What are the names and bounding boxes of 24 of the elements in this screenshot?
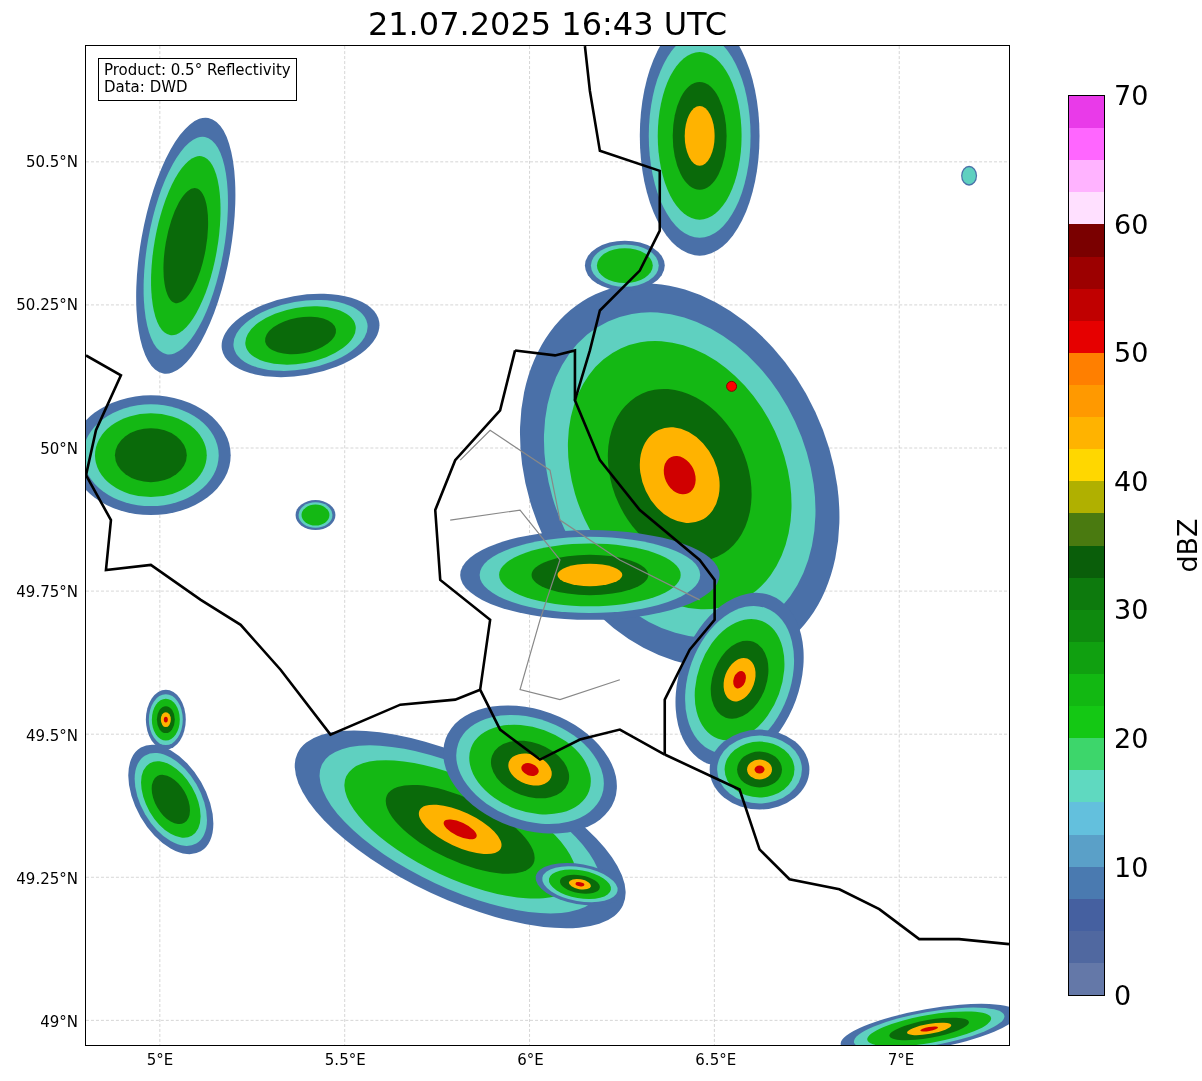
colorbar-tick-label: 60: [1114, 208, 1149, 240]
colorbar-tick-label: 20: [1114, 722, 1149, 754]
latitude-label: 49.5°N: [25, 726, 78, 745]
latitude-label: 50.25°N: [16, 296, 78, 315]
latitude-label: 49.25°N: [16, 870, 78, 888]
latitude-label: 49°N: [40, 1013, 78, 1032]
longitude-label: 5°E: [146, 1051, 174, 1069]
longitude-label: 6.5°E: [695, 1051, 737, 1069]
chart-title: 21.07.2025 16:43 UTC: [366, 5, 729, 43]
colorbar-tick-label: 10: [1114, 851, 1149, 883]
colorbar-tick-label: 0: [1114, 979, 1132, 1011]
longitude-label: 7°E: [887, 1051, 915, 1069]
latitude-label: 49.75°N: [16, 583, 78, 602]
colorbar-tick-label: 30: [1114, 593, 1149, 625]
colorbar-tick-label: 50: [1114, 336, 1149, 368]
colorbar-tick-label: 70: [1114, 79, 1149, 111]
legend-text: Product: 0.5° Reflectivity: [104, 62, 291, 80]
longitude-label: 6°E: [517, 1051, 544, 1069]
colorbar-tick-label: 40: [1114, 465, 1149, 497]
latitude-label: 50.5°N: [25, 153, 78, 171]
legend-text: Data: DWD: [104, 79, 189, 97]
colorbar-label: dBZ: [1171, 518, 1202, 573]
longitude-label: 5.5°E: [324, 1051, 366, 1069]
latitude-label: 50°N: [40, 439, 78, 458]
